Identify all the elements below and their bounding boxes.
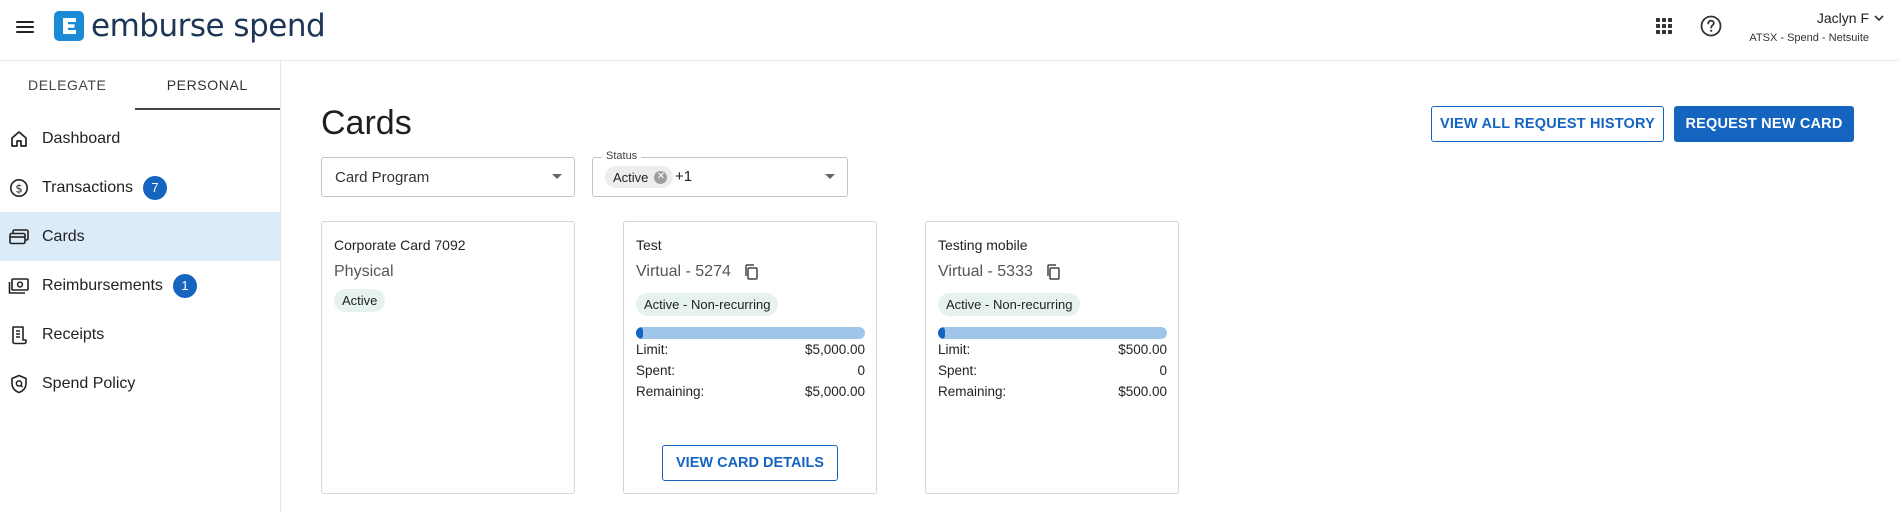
sidebar-tabs: DELEGATE PERSONAL [0,61,281,110]
user-name: Jaclyn F [1816,10,1869,26]
card-name: Corporate Card 7092 [334,237,466,253]
remaining-label: Remaining: [636,384,705,399]
sidebar-nav: Dashboard $ Transactions 7 Cards Reimbur… [0,114,280,408]
spend-progress-fill [938,327,945,339]
spent-row: Spent: 0 [636,363,865,378]
remaining-value: $5,000.00 [804,384,865,399]
card-tile[interactable]: Corporate Card 7092 Physical Active [321,221,575,494]
spend-progress-bar [938,327,1167,339]
remove-chip-icon[interactable]: ✕ [654,170,668,184]
limit-row: Limit: $5,000.00 [636,342,865,357]
remaining-row: Remaining: $5,000.00 [636,384,865,399]
view-all-request-history-button[interactable]: VIEW ALL REQUEST HISTORY [1431,106,1664,142]
spent-value: 0 [1159,363,1167,378]
card-tile[interactable]: Testing mobile Virtual - 5333 Active - N… [925,221,1179,494]
sidebar-item-label: Cards [42,227,85,245]
status-more-count: +1 [675,168,693,185]
card-name: Test [636,237,662,253]
sidebar-item-dashboard[interactable]: Dashboard [0,114,280,163]
sidebar-item-label: Receipts [42,325,105,343]
page-title: Cards [321,104,412,142]
remaining-value: $500.00 [1118,384,1167,399]
copy-icon[interactable] [743,264,759,280]
dropdown-arrow-icon [825,174,835,179]
view-card-details-button[interactable]: VIEW CARD DETAILS [662,445,838,481]
card-type: Physical [334,263,394,281]
remaining-row: Remaining: $500.00 [938,384,1167,399]
spent-value: 0 [857,363,865,378]
card-status-badge: Active [334,289,386,312]
card-name: Testing mobile [938,237,1028,253]
chevron-down-icon [1874,15,1884,22]
tab-delegate[interactable]: DELEGATE [0,61,135,110]
emburse-logo-icon [54,11,84,41]
card-type-label: Virtual - 5333 [938,263,1033,280]
spent-row: Spent: 0 [938,363,1167,378]
sidebar-item-label: Reimbursements [42,276,163,294]
card-status-badge: Active - Non-recurring [636,293,779,316]
limit-value: $500.00 [1118,342,1167,357]
sidebar-item-label: Dashboard [42,129,121,147]
copy-icon[interactable] [1045,264,1061,280]
limit-row: Limit: $500.00 [938,342,1167,357]
status-chip-label: Active [613,169,649,185]
remaining-label: Remaining: [938,384,1007,399]
card-type: Virtual - 5333 [938,263,1061,281]
sidebar-item-label: Spend Policy [42,374,136,392]
request-new-card-button[interactable]: REQUEST NEW CARD [1674,106,1854,142]
sidebar-item-spend-policy[interactable]: Spend Policy [0,359,280,408]
sidebar-item-cards[interactable]: Cards [0,212,280,261]
card-type-label: Physical [334,263,394,280]
sidebar-item-reimbursements[interactable]: Reimbursements 1 [0,261,280,310]
spend-progress-fill [636,327,643,339]
spend-progress-bar [636,327,865,339]
home-icon [8,128,30,150]
card-status-badge: Active - Non-recurring [938,293,1081,316]
status-select-label: Status [602,150,642,162]
help-icon[interactable] [1699,14,1723,38]
card-program-select[interactable]: Card Program [321,157,575,197]
apps-grid-icon[interactable] [1652,14,1676,38]
spent-label: Spent: [636,363,676,378]
logo[interactable]: emburse spend [54,8,326,44]
limit-label: Limit: [636,342,669,357]
card-tile[interactable]: Test Virtual - 5274 Active - Non-recurri… [623,221,877,494]
tab-personal[interactable]: PERSONAL [134,61,281,110]
policy-shield-icon [8,373,30,395]
spent-label: Spent: [938,363,978,378]
limit-label: Limit: [938,342,971,357]
user-menu[interactable]: Jaclyn F ATSX - Spend - Netsuite [1749,10,1885,44]
money-icon [8,275,30,297]
logo-text: emburse spend [91,8,326,44]
card-type-label: Virtual - 5274 [636,263,731,280]
sidebar-item-transactions[interactable]: $ Transactions 7 [0,163,280,212]
sidebar-item-receipts[interactable]: Receipts [0,310,280,359]
sidebar-item-label: Transactions [42,178,133,196]
card-type: Virtual - 5274 [636,263,759,281]
sidebar: DELEGATE PERSONAL Dashboard $ Transactio… [0,61,281,512]
top-bar: emburse spend Jaclyn F ATSX - Spend - Ne… [0,0,1899,61]
reimbursements-count-badge: 1 [172,273,197,298]
status-chip-active: Active ✕ [605,166,674,188]
menu-icon[interactable] [16,18,36,34]
card-program-value: Card Program [335,169,430,186]
cards-icon [8,226,30,248]
status-select[interactable]: Status Active ✕ +1 [592,150,848,197]
receipt-icon [8,324,30,346]
dollar-circle-icon: $ [8,177,30,199]
dropdown-arrow-icon [552,174,562,179]
transactions-count-badge: 7 [143,175,167,200]
limit-value: $5,000.00 [804,342,865,357]
svg-text:$: $ [15,181,22,195]
user-organization: ATSX - Spend - Netsuite [1749,32,1869,44]
